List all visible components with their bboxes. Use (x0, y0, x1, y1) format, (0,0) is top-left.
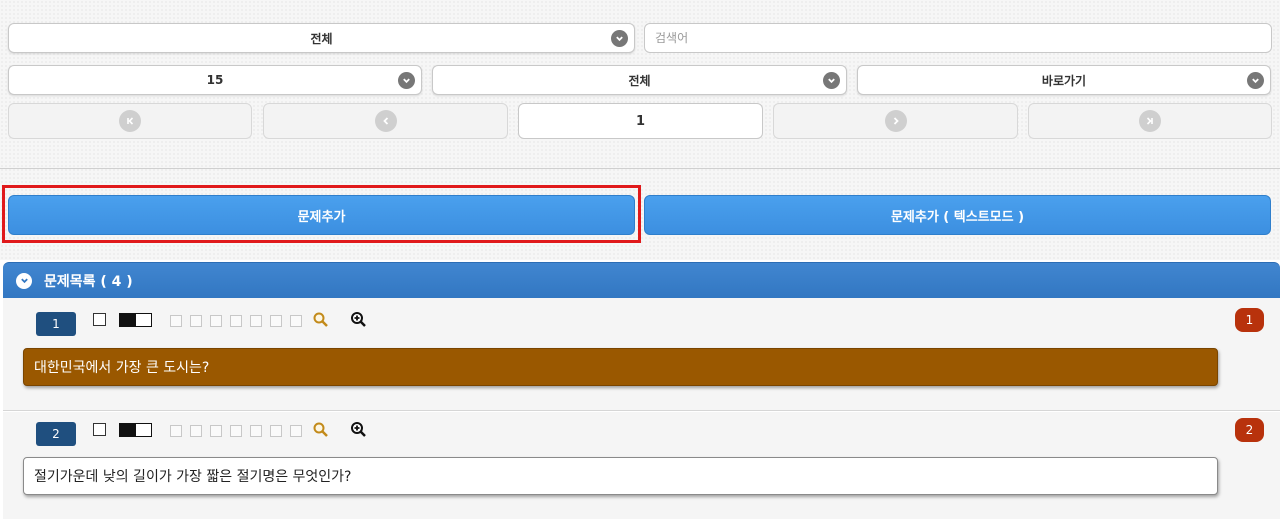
zoom-in-icon[interactable] (350, 421, 368, 439)
option-box[interactable] (270, 315, 282, 327)
option-box[interactable] (290, 315, 302, 327)
select-checkbox[interactable] (93, 313, 106, 326)
type-select[interactable]: 전체 (432, 65, 847, 95)
magnifier-icon[interactable] (312, 421, 330, 439)
question-list-header[interactable]: 문제목록 ( 4 ) (3, 262, 1280, 298)
chevron-down-icon (611, 30, 628, 47)
goto-select[interactable]: 바로가기 (857, 65, 1271, 95)
answer-count-badge: 1 (1235, 308, 1264, 332)
first-page-icon (119, 110, 141, 132)
last-page-button[interactable] (1028, 103, 1272, 139)
current-page-indicator[interactable]: 1 (518, 103, 763, 139)
next-page-button[interactable] (773, 103, 1018, 139)
answer-count: 2 (1245, 423, 1254, 437)
option-box[interactable] (170, 425, 182, 437)
add-question-button[interactable]: 문제추가 (8, 195, 635, 235)
question-number-badge: 2 (36, 422, 76, 446)
option-box[interactable] (230, 425, 242, 437)
last-page-icon (1139, 110, 1161, 132)
chevron-down-icon (398, 72, 415, 89)
option-box[interactable] (190, 315, 202, 327)
option-box[interactable] (210, 425, 222, 437)
option-box[interactable] (290, 425, 302, 437)
toolbar-divider (0, 168, 1280, 169)
question-list-title: 문제목록 ( 4 ) (44, 273, 133, 290)
add-question-text-mode-button[interactable]: 문제추가 ( 텍스트모드 ) (644, 195, 1271, 235)
option-box[interactable] (250, 425, 262, 437)
question-text: 대한민국에서 가장 큰 도시는? (34, 360, 210, 376)
question-text: 절기가운데 낮의 길이가 가장 짧은 절기명은 무엇인가? (34, 469, 352, 485)
category-select[interactable]: 전체 (8, 23, 635, 53)
page-size-value: 15 (206, 73, 224, 87)
option-box[interactable] (170, 315, 182, 327)
question-number: 1 (52, 317, 60, 331)
magnifier-icon[interactable] (312, 311, 330, 329)
chevron-down-icon (1247, 72, 1264, 89)
question-number: 2 (52, 427, 60, 441)
chevron-down-icon (16, 272, 32, 289)
type-select-value: 전체 (628, 73, 651, 88)
current-page-number: 1 (635, 113, 646, 129)
category-select-value: 전체 (310, 31, 333, 46)
option-box[interactable] (190, 425, 202, 437)
zoom-in-icon[interactable] (350, 311, 368, 329)
question-text-box[interactable]: 대한민국에서 가장 큰 도시는? (23, 348, 1218, 386)
next-page-icon (884, 110, 907, 132)
prev-page-button[interactable] (263, 103, 508, 139)
option-box[interactable] (210, 315, 222, 327)
answer-count-badge: 2 (1235, 418, 1264, 442)
prev-page-icon (374, 110, 397, 132)
search-input[interactable] (644, 23, 1272, 53)
option-box[interactable] (250, 315, 262, 327)
option-box[interactable] (230, 315, 242, 327)
goto-select-value: 바로가기 (1041, 73, 1087, 88)
first-page-button[interactable] (8, 103, 252, 139)
display-toggle[interactable] (119, 423, 152, 437)
answer-count: 1 (1245, 313, 1254, 327)
display-toggle[interactable] (119, 313, 152, 327)
chevron-down-icon (823, 72, 840, 89)
add-question-text-mode-label: 문제추가 ( 텍스트모드 ) (890, 209, 1025, 225)
page-size-select[interactable]: 15 (8, 65, 422, 95)
select-checkbox[interactable] (93, 423, 106, 436)
option-box[interactable] (270, 425, 282, 437)
add-question-label: 문제추가 (297, 209, 346, 225)
question-number-badge: 1 (36, 312, 76, 336)
question-text-box[interactable]: 절기가운데 낮의 길이가 가장 짧은 절기명은 무엇인가? (23, 457, 1218, 495)
